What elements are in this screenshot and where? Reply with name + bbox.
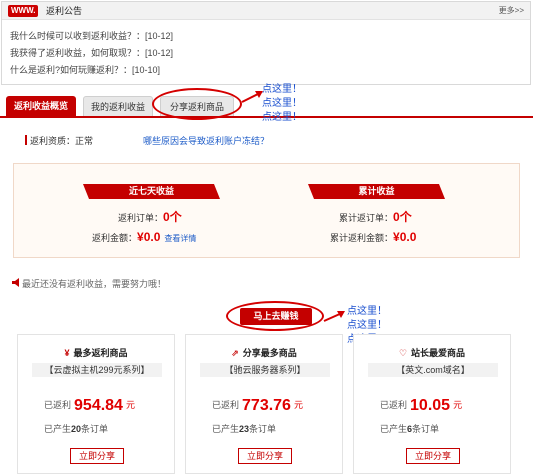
go-earn-button[interactable]: 马上去赚钱 (240, 308, 312, 325)
product-card: ⇗ 分享最多商品 【驰云服务器系列】 已返利 773.76 元 已产生23条订单 立即… (185, 334, 343, 474)
notice-item[interactable]: 我获得了返利收益，如何取现？：[10-12] (10, 45, 173, 62)
total-earnings-title: 累计收益 (308, 184, 445, 199)
week-amount-label: 返利金额： (92, 233, 138, 243)
card-orders: 已产生23条订单 (212, 422, 276, 435)
notice-item[interactable]: 什么是返利?如何玩赚返利？：[10-10] (10, 62, 173, 79)
earned-value: 954.84 (74, 397, 123, 414)
status-value: 正常 (75, 136, 94, 146)
total-orders-label: 累计返订单： (339, 213, 394, 223)
week-orders: 返利订单：0个 (118, 208, 182, 225)
card-title: ¥ 最多返利商品 (18, 346, 174, 359)
hint-text: 点这里！ (262, 98, 302, 109)
total-orders: 累计返订单：0个 (339, 208, 412, 225)
freeze-reason-link[interactable]: 哪些原因会导致返利账户冻结？ (143, 134, 269, 147)
card-earned: 已返利 773.76 元 (212, 397, 303, 415)
tab-my-earnings[interactable]: 我的返利收益 (83, 96, 153, 116)
hint-text: 点这里！ (347, 320, 387, 331)
week-amount: 返利金额：¥0.0 查看详情 (92, 230, 196, 244)
card-product[interactable]: 【云虚拟主机299元系列】 (32, 363, 162, 377)
orders-prefix: 已产生 (380, 424, 408, 434)
card-title-text: 分享最多商品 (242, 348, 297, 358)
earned-label: 已返利 (212, 400, 240, 410)
status-marker (25, 135, 27, 145)
more-link[interactable]: 更多>> (499, 5, 524, 17)
heart-icon: ♡ (398, 348, 408, 358)
notice-item[interactable]: 我什么时候可以收到返利收益？：[10-12] (10, 28, 173, 45)
orders-suffix: 条订单 (249, 424, 277, 434)
share-now-button[interactable]: 立即分享 (70, 448, 124, 464)
view-details-link[interactable]: 查看详情 (164, 234, 196, 243)
earned-unit: 元 (453, 400, 463, 410)
speaker-icon (12, 278, 19, 287)
highlight-ellipse (152, 88, 242, 120)
card-product[interactable]: 【英文.com域名】 (368, 363, 498, 377)
earnings-panel: 近七天收益 返利订单：0个 返利金额：¥0.0 查看详情 累计收益 累计返订单：0… (13, 163, 520, 258)
total-amount: 累计返利金额：¥0.0 (330, 230, 416, 244)
account-status: 返利资质：正常 (30, 134, 93, 147)
card-title: ♡ 站长最爱商品 (354, 346, 510, 359)
hint-text: 点这里！ (347, 306, 387, 317)
arrow-icon (323, 311, 345, 322)
card-product[interactable]: 【驰云服务器系列】 (200, 363, 330, 377)
hint-text: 点这里！ (262, 84, 302, 95)
total-orders-value: 0个 (393, 210, 412, 224)
tab-earnings-overview[interactable]: 返利收益概览 (6, 96, 76, 116)
orders-prefix: 已产生 (44, 424, 72, 434)
card-title-text: 站长最爱商品 (411, 348, 466, 358)
product-card: ¥ 最多返利商品 【云虚拟主机299元系列】 已返利 954.84 元 已产生20条订… (17, 334, 175, 474)
share-now-button[interactable]: 立即分享 (406, 448, 460, 464)
product-card: ♡ 站长最爱商品 【英文.com域名】 已返利 10.05 元 已产生6条订单 立即分… (353, 334, 511, 474)
week-orders-label: 返利订单： (118, 213, 164, 223)
share-now-button[interactable]: 立即分享 (238, 448, 292, 464)
week-amount-value: ¥0.0 (137, 230, 161, 244)
card-title-text: 最多返利商品 (73, 348, 128, 358)
earned-value: 773.76 (242, 397, 291, 414)
orders-suffix: 条订单 (412, 424, 440, 434)
earned-unit: 元 (293, 400, 303, 410)
earned-label: 已返利 (380, 400, 408, 410)
notice-title: 返利公告 (46, 6, 83, 16)
card-earned: 已返利 10.05 元 (380, 397, 462, 415)
earned-label: 已返利 (44, 400, 72, 410)
card-orders: 已产生20条订单 (44, 422, 108, 435)
share-icon: ⇗ (231, 348, 239, 358)
notice-list: 我什么时候可以收到返利收益？：[10-12] 我获得了返利收益，如何取现？：[1… (10, 28, 173, 79)
card-title: ⇗ 分享最多商品 (186, 346, 342, 359)
week-earnings-title: 近七天收益 (83, 184, 220, 199)
orders-count: 23 (239, 424, 250, 434)
orders-count: 20 (71, 424, 82, 434)
total-amount-value: ¥0.0 (393, 230, 417, 244)
card-orders: 已产生6条订单 (380, 422, 439, 435)
notice-panel: WWW. 返利公告 更多>> 我什么时候可以收到返利收益？：[10-12] 我获… (1, 1, 531, 85)
orders-prefix: 已产生 (212, 424, 240, 434)
week-orders-value: 0个 (163, 210, 182, 224)
earned-unit: 元 (125, 400, 135, 410)
total-amount-label: 累计返利金额： (330, 233, 394, 243)
card-earned: 已返利 954.84 元 (44, 397, 135, 415)
yen-icon: ¥ (64, 348, 70, 358)
earned-value: 10.05 (410, 397, 451, 414)
status-label: 返利资质： (30, 136, 76, 146)
orders-suffix: 条订单 (81, 424, 109, 434)
no-earnings-message: 最近还没有返利收益，需要努力哦！ (22, 279, 167, 289)
hint-text: 点这里！ (262, 112, 302, 123)
notice-header: WWW. 返利公告 更多>> (2, 2, 530, 20)
www-logo: WWW. (8, 5, 39, 17)
